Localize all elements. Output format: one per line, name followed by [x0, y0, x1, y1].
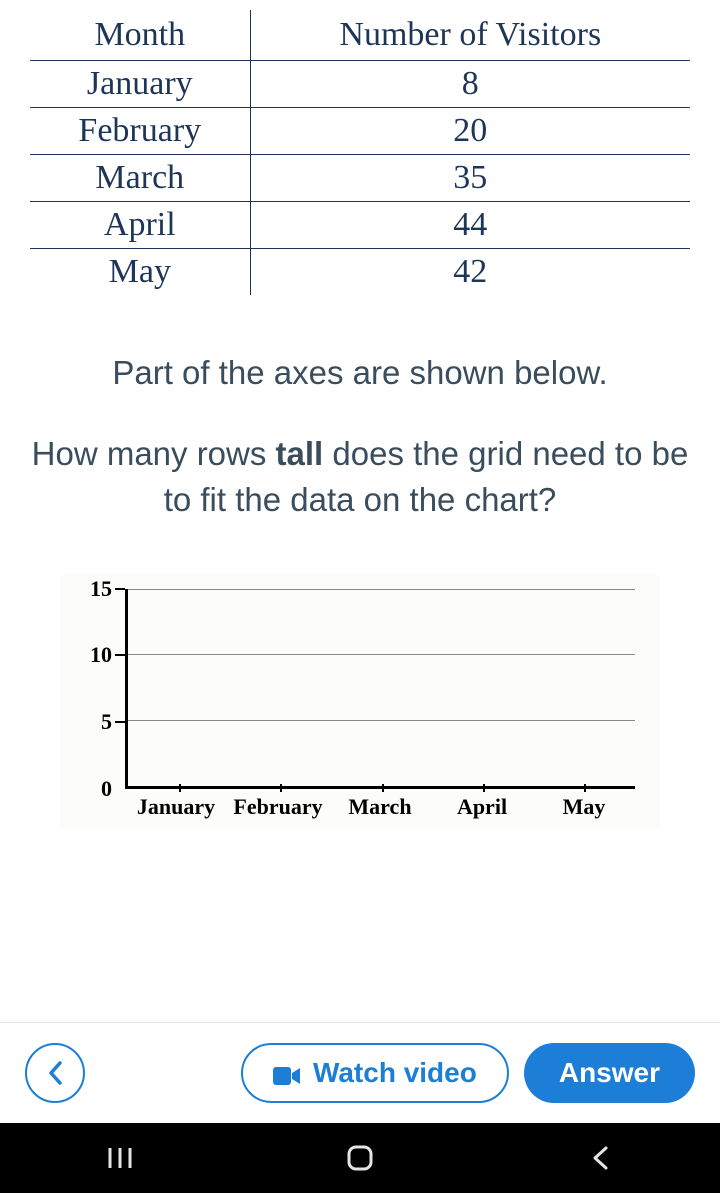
x-tick-label: February	[227, 794, 329, 820]
watch-video-label: Watch video	[313, 1057, 477, 1089]
y-tick-label: 15	[90, 576, 112, 602]
watch-video-button[interactable]: Watch video	[241, 1043, 509, 1103]
recent-apps-button[interactable]	[100, 1138, 140, 1178]
answer-button[interactable]: Answer	[524, 1043, 695, 1103]
system-nav-bar	[0, 1123, 720, 1193]
back-nav-button[interactable]	[580, 1138, 620, 1178]
y-tick-label: 5	[101, 709, 112, 735]
y-axis: 15 10 5 0	[75, 589, 120, 789]
x-tick-label: January	[125, 794, 227, 820]
bottom-action-bar: Watch video Answer	[0, 1022, 720, 1123]
video-icon	[273, 1062, 301, 1084]
plot-area	[125, 589, 635, 789]
visitors-table: Month Number of Visitors January 8 Febru…	[30, 10, 690, 295]
table-row: April 44	[30, 202, 690, 249]
x-tick-label: April	[431, 794, 533, 820]
y-tick-label: 0	[101, 776, 112, 802]
x-tick-label: March	[329, 794, 431, 820]
question-line1: Part of the axes are shown below.	[30, 350, 690, 396]
chevron-left-icon	[46, 1059, 64, 1087]
table-header-visitors: Number of Visitors	[250, 10, 690, 61]
table-row: March 35	[30, 155, 690, 202]
x-axis: January February March April May	[125, 794, 635, 820]
question-text: Part of the axes are shown below. How ma…	[30, 350, 690, 524]
question-line2: How many rows tall does the grid need to…	[30, 431, 690, 523]
x-tick-label: May	[533, 794, 635, 820]
table-row: May 42	[30, 249, 690, 296]
table-header-month: Month	[30, 10, 250, 61]
back-button[interactable]	[25, 1043, 85, 1103]
table-row: January 8	[30, 61, 690, 108]
table-row: February 20	[30, 108, 690, 155]
chart-axes: 15 10 5 0 January February M	[60, 574, 660, 830]
answer-label: Answer	[559, 1057, 660, 1088]
home-button[interactable]	[340, 1138, 380, 1178]
y-tick-label: 10	[90, 642, 112, 668]
